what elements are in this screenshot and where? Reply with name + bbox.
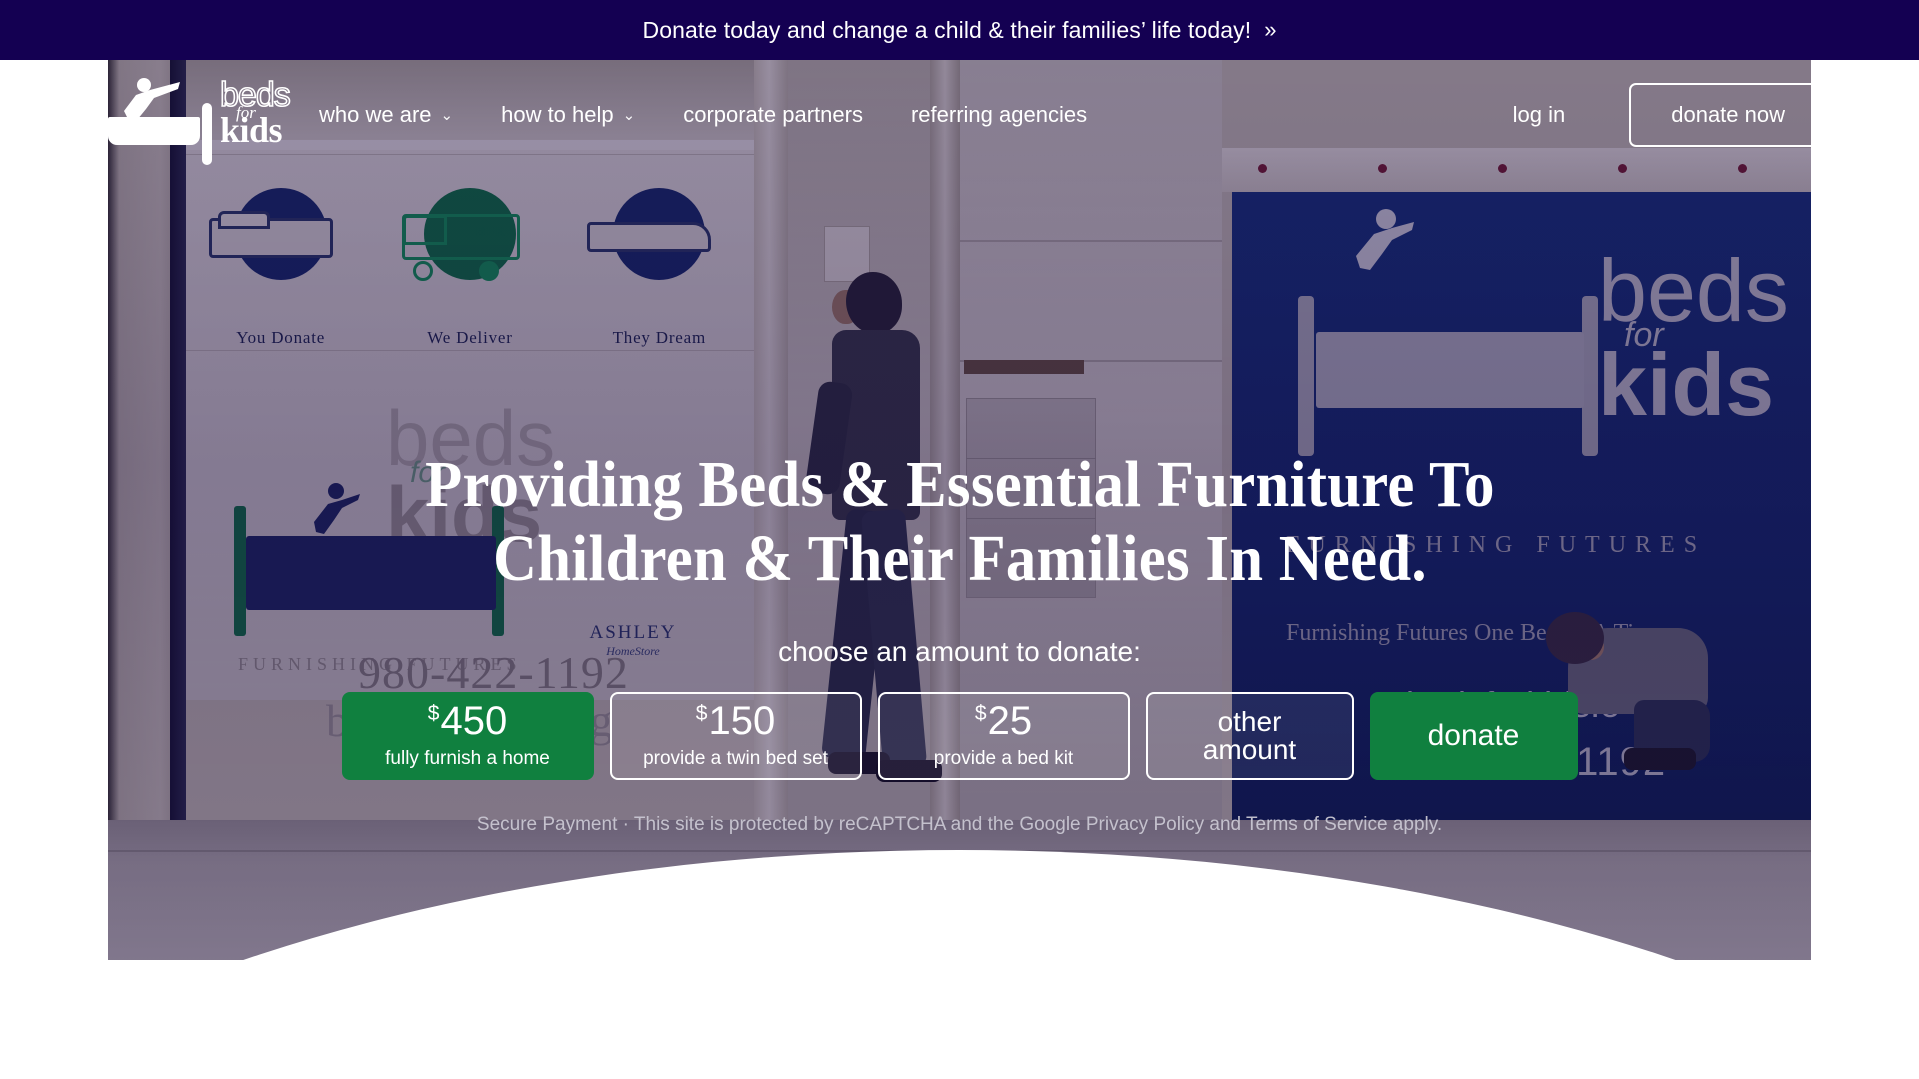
amount-value: $25 xyxy=(975,701,1032,741)
headline-line-1: Providing Beds & Essential Furniture To xyxy=(424,448,1495,521)
other-amount-label: other amount xyxy=(1202,705,1297,765)
amount-description: provide a twin bed set xyxy=(643,748,828,770)
logo-wordmark: beds for kids xyxy=(219,77,291,150)
other-line-2: amount xyxy=(1202,733,1297,765)
chevron-down-icon: ⌄ xyxy=(622,107,636,124)
amount-number: 150 xyxy=(708,699,776,744)
amount-option-450[interactable]: $450 fully furnish a home xyxy=(341,691,594,780)
logo-bedpost-left xyxy=(94,105,104,167)
nav-item-how-to-help[interactable]: how to help ⌄ xyxy=(501,102,635,128)
nav-label: how to help xyxy=(501,102,614,127)
announcement-bar[interactable]: Donate today and change a child & their … xyxy=(0,0,1919,60)
chevron-right-icon: » xyxy=(1264,17,1277,42)
amount-option-25[interactable]: $25 provide a bed kit xyxy=(877,691,1130,780)
site-logo[interactable]: beds for kids xyxy=(92,73,292,167)
logo-bedpost-right xyxy=(202,103,212,165)
amount-value: $450 xyxy=(428,701,507,741)
logo-bed-shape xyxy=(108,117,200,145)
main-navigation: beds for kids who we are ⌄ how to help ⌄… xyxy=(0,60,1919,170)
donate-now-button[interactable]: donate now xyxy=(1629,83,1827,147)
other-line-1: other xyxy=(1217,705,1282,737)
nav-actions: log in donate now xyxy=(1513,83,1827,147)
headline-line-2: Children & Their Families In Need. xyxy=(492,521,1427,595)
amount-description: provide a bed kit xyxy=(933,748,1074,770)
amount-number: 450 xyxy=(440,699,508,744)
logo-kids: kids xyxy=(220,109,283,150)
amount-description: fully furnish a home xyxy=(385,748,550,770)
announcement-text: Donate today and change a child & their … xyxy=(642,16,1252,43)
chevron-down-icon: ⌄ xyxy=(440,107,454,124)
donation-amount-group: $450 fully furnish a home $150 provide a… xyxy=(341,691,1578,780)
nav-label: who we are xyxy=(319,102,432,127)
nav-item-referring-agencies[interactable]: referring agencies xyxy=(911,102,1087,128)
page-title: Providing Beds & Essential Furniture To … xyxy=(362,448,1558,596)
currency-symbol: $ xyxy=(695,701,708,725)
secure-payment-note: Secure Payment · This site is protected … xyxy=(476,813,1443,835)
nav-item-corporate-partners[interactable]: corporate partners xyxy=(683,102,863,128)
currency-symbol: $ xyxy=(974,701,987,725)
currency-symbol: $ xyxy=(427,701,440,725)
donate-button[interactable]: donate xyxy=(1369,691,1578,780)
choose-amount-label: choose an amount to donate: xyxy=(778,635,1141,667)
amount-value: $150 xyxy=(696,701,775,741)
login-link[interactable]: log in xyxy=(1513,102,1566,128)
nav-item-who-we-are[interactable]: who we are ⌄ xyxy=(319,102,453,128)
hero-content: Providing Beds & Essential Furniture To … xyxy=(0,60,1919,1079)
amount-option-150[interactable]: $150 provide a twin bed set xyxy=(609,691,862,780)
other-amount-button[interactable]: other amount xyxy=(1145,691,1354,780)
nav-links: who we are ⌄ how to help ⌄ corporate par… xyxy=(319,102,1135,128)
nav-label: referring agencies xyxy=(910,102,1088,127)
nav-label: corporate partners xyxy=(683,102,863,127)
jumping-child-icon xyxy=(124,78,180,120)
amount-number: 25 xyxy=(987,699,1033,744)
